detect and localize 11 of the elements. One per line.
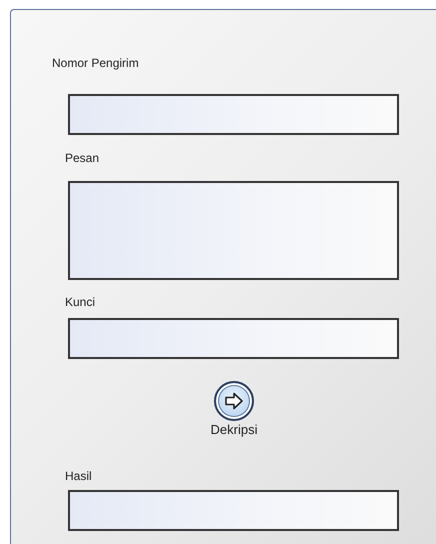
button-label: Dekripsi bbox=[210, 423, 258, 437]
field-label: Pesan bbox=[65, 151, 100, 165]
arrow-right-icon bbox=[224, 392, 244, 410]
field-label: Kunci bbox=[65, 295, 96, 309]
text-area[interactable] bbox=[68, 181, 399, 280]
input-field[interactable] bbox=[68, 490, 399, 531]
input-field[interactable] bbox=[68, 318, 399, 359]
arrow-button[interactable] bbox=[214, 381, 254, 421]
field-label: Hasil bbox=[65, 469, 92, 483]
field-label: Nomor Pengirim bbox=[52, 56, 139, 70]
input-field[interactable] bbox=[68, 94, 399, 135]
